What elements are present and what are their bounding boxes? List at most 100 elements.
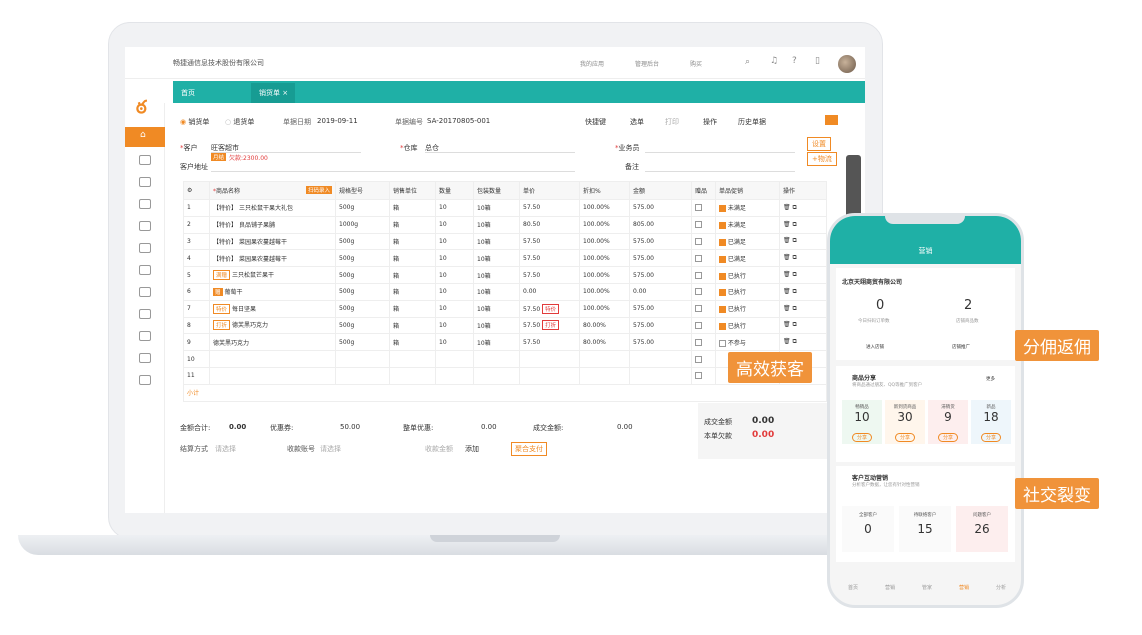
gift-checkbox[interactable] [695,321,702,329]
amount-cell[interactable]: 575.00 [629,316,692,335]
sidebar-icon-2[interactable] [139,177,151,187]
delete-icon[interactable]: 🗑 [783,204,791,211]
unit-cell[interactable]: 箱 [389,215,436,234]
my-apps-link[interactable]: 我的应用 [580,59,604,68]
aggregate-pay-button[interactable]: 聚合支付 [511,442,547,456]
received-label[interactable]: 收款金额 [425,444,453,454]
table-row[interactable]: 4 【特价】 菜园果农蔓越莓干 500g 箱 10 10箱 57.50 100.00% 575.… [183,249,827,268]
pack-cell[interactable]: 10箱 [473,266,520,284]
price-cell[interactable]: 57.50 [523,204,540,211]
product-name[interactable]: 葡萄干 [224,289,242,296]
price-cell[interactable]: 57.50 [523,272,540,279]
gift-checkbox[interactable] [695,372,702,380]
delete-icon[interactable]: 🗑 [783,254,791,261]
discount-cell[interactable]: 100.00% [579,282,630,301]
qty-cell[interactable]: 10 [435,299,474,318]
address-underline[interactable] [211,171,575,172]
unit-cell[interactable]: 箱 [389,316,436,335]
copy-icon[interactable]: ⧉ [793,288,797,295]
discount-value[interactable]: 0.00 [481,423,497,431]
unit-cell[interactable]: 箱 [389,333,436,352]
add-button[interactable]: 添加 [465,444,479,454]
qty-cell[interactable]: 10 [435,333,474,352]
copy-icon[interactable]: ⧉ [793,271,797,278]
table-row[interactable]: 1 【特价】 三只松鼠干果大礼包 500g 箱 10 10箱 57.50 100.00% 575… [183,199,827,217]
amount-cell[interactable]: 575.00 [629,199,692,217]
gift-checkbox[interactable] [695,254,702,262]
gift-checkbox[interactable] [695,355,702,363]
discount-cell[interactable]: 100.00% [579,266,630,284]
share-category[interactable]: 滞销货 9 分享 [928,400,968,444]
phone-nav-item[interactable]: 分析 [986,584,1016,591]
amount-cell[interactable]: 575.00 [629,249,692,268]
promote-shop-button[interactable]: 店铺推广 [952,344,970,350]
pack-cell[interactable]: 10箱 [473,232,520,251]
sidebar-icon-10[interactable] [139,353,151,363]
toolbar-print[interactable]: 打印 [665,117,679,127]
price-cell[interactable]: 57.50 [523,339,540,346]
price-cell[interactable]: 57.50 [523,238,540,245]
product-name[interactable]: 菜园果农蔓越莓干 [239,239,287,246]
product-name[interactable]: 菜园果农蔓越莓干 [239,256,287,263]
help-icon[interactable]: ? [792,56,797,66]
promo-checkbox[interactable] [719,238,726,246]
coupon-value[interactable]: 50.00 [340,423,360,431]
unit-cell[interactable]: 箱 [389,282,436,301]
sidebar-icon-4[interactable] [139,221,151,231]
unit-cell[interactable]: 箱 [389,199,436,217]
qty-cell[interactable]: 10 [435,215,474,234]
promo-checkbox[interactable] [719,255,726,263]
amount-cell[interactable]: 0.00 [629,282,692,301]
doc-type-return[interactable]: ○ 退货单 [225,117,254,127]
enter-shop-button[interactable]: 进入店铺 [866,344,884,350]
customer-segment[interactable]: 问题客户 26 [956,506,1008,552]
copy-icon[interactable]: ⧉ [793,204,797,211]
phone-nav-item[interactable]: 营销 [949,584,979,591]
amount-cell[interactable]: 575.00 [629,333,692,352]
copy-icon[interactable]: ⧉ [793,338,797,345]
price-cell[interactable]: 0.00 [523,288,536,295]
discount-cell[interactable]: 100.00% [579,299,630,318]
delete-icon[interactable]: 🗑 [783,321,791,328]
unit-cell[interactable]: 箱 [389,299,436,318]
promo-checkbox[interactable] [719,205,726,213]
price-cell[interactable]: 57.50 [523,322,540,329]
product-name[interactable]: 三只松鼠芒果干 [232,272,274,279]
qty-cell[interactable]: 10 [435,316,474,335]
pack-cell[interactable]: 10箱 [473,249,520,268]
qty-cell[interactable]: 10 [435,266,474,284]
unit-cell[interactable]: 箱 [389,249,436,268]
date-value[interactable]: 2019-09-11 [317,117,358,125]
share-button[interactable]: 分享 [851,433,872,442]
qty-cell[interactable]: 10 [435,232,474,251]
phone-nav-item[interactable]: 首页 [838,584,868,591]
discount-cell[interactable]: 80.00% [579,333,630,352]
delete-icon[interactable]: 🗑 [783,305,791,312]
product-name[interactable]: 每日坚果 [232,306,256,313]
copy-icon[interactable]: ⧉ [793,221,797,228]
promo-checkbox[interactable] [719,289,726,297]
avatar[interactable] [838,55,856,73]
sidebar-icon-3[interactable] [139,199,151,209]
tab-home[interactable]: 首页 [181,88,195,98]
sidebar-icon-5[interactable] [139,243,151,253]
amount-cell[interactable]: 575.00 [629,266,692,284]
spec-cell[interactable]: 500g [335,266,390,284]
sidebar-icon-6[interactable] [139,265,151,275]
toolbar-ops[interactable]: 操作 [703,117,717,127]
qty-cell[interactable]: 10 [435,282,474,301]
table-row[interactable]: 6赠 葡萄干 500g 箱 10 10箱 0.00 100.00% 0.00 已执行 🗑 ⧉ [183,282,827,301]
share-button[interactable]: 分享 [980,433,1001,442]
spec-cell[interactable]: 500g [335,333,390,352]
spec-cell[interactable]: 1000g [335,215,390,234]
qty-cell[interactable]: 10 [435,199,474,217]
logistics-button[interactable]: +物流 [807,152,837,166]
amount-cell[interactable]: 805.00 [629,215,692,234]
sidebar-icon-9[interactable] [139,331,151,341]
copy-icon[interactable]: ⧉ [793,254,797,261]
spec-cell[interactable]: 500g [335,249,390,268]
product-name[interactable]: 良品铺子果脯 [239,222,275,229]
spec-cell[interactable]: 500g [335,232,390,251]
product-name[interactable]: 德芙黑巧克力 [232,322,268,329]
table-row[interactable]: 3 【特价】 菜园果农蔓越莓干 500g 箱 10 10箱 57.50 100.00% 575.… [183,232,827,251]
